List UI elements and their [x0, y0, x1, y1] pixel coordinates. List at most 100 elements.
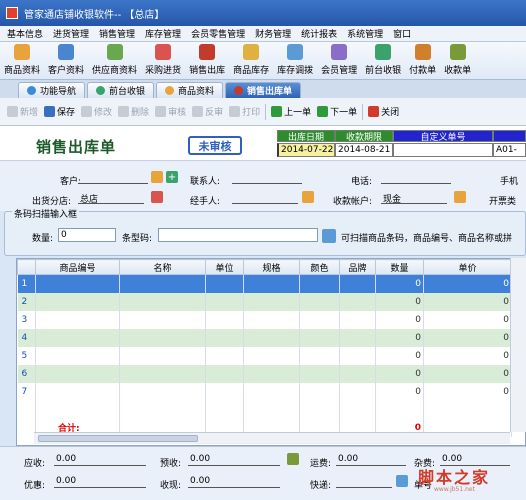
tab-sales[interactable]: 销售出库单 [225, 82, 302, 98]
grid-cell[interactable] [299, 382, 340, 401]
grid-cell[interactable] [339, 328, 376, 347]
toolbar-cashier-button[interactable]: 前台收银 [361, 44, 405, 79]
row-number[interactable]: 5 [17, 346, 36, 365]
grid-horizontal-scrollbar[interactable] [34, 432, 510, 444]
express-field[interactable] [336, 476, 392, 488]
row-number[interactable]: 7 [17, 382, 36, 401]
discount-field[interactable]: 0.00 [54, 476, 146, 488]
grid-cell[interactable] [119, 382, 206, 401]
grid-cell[interactable] [119, 346, 206, 365]
toolbar-goods-button[interactable]: 商品资料 [0, 44, 44, 79]
table-row[interactable]: 3 00 [17, 310, 512, 329]
grid-cell[interactable] [205, 328, 244, 347]
grid-cell[interactable] [375, 400, 424, 419]
table-row[interactable]: 4 00 [17, 328, 512, 347]
menu-purchase[interactable]: 进货管理 [48, 27, 94, 40]
toolbar-customer-button[interactable]: 客户资料 [44, 44, 88, 79]
column-header[interactable]: 规格 [243, 259, 300, 275]
handler-field[interactable] [232, 192, 298, 204]
outbound-date-field[interactable]: 2014-07-22 [277, 143, 335, 157]
row-number[interactable]: 6 [17, 364, 36, 383]
grid-cell[interactable] [205, 364, 244, 383]
table-row[interactable] [17, 400, 512, 419]
delete-button[interactable]: 删除 [115, 105, 152, 118]
toolbar-supplier-button[interactable]: 供应商资料 [88, 44, 141, 79]
quantity-cell[interactable]: 0 [375, 364, 424, 383]
receivable-field[interactable]: 0.00 [54, 454, 146, 466]
grid-cell[interactable] [205, 382, 244, 401]
close-button[interactable]: 关闭 [365, 105, 402, 118]
grid-cell[interactable] [119, 274, 206, 293]
edit-button[interactable]: 修改 [78, 105, 115, 118]
grid-cell[interactable] [243, 292, 300, 311]
column-header[interactable]: 颜色 [299, 259, 340, 275]
grid-cell[interactable] [35, 274, 120, 293]
grid-cell[interactable] [243, 364, 300, 383]
custom-no-field[interactable] [393, 143, 493, 157]
grid-cell[interactable] [299, 328, 340, 347]
row-number[interactable]: 3 [17, 310, 36, 329]
menu-member-retail[interactable]: 会员零售管理 [186, 27, 250, 40]
menu-window[interactable]: 窗口 [388, 27, 416, 40]
grid-cell[interactable] [243, 310, 300, 329]
grid-cell[interactable] [339, 310, 376, 329]
payment-due-field[interactable]: 2014-08-21 [335, 143, 393, 157]
grid-cell[interactable] [299, 364, 340, 383]
express-lookup-icon[interactable] [396, 475, 408, 487]
column-header[interactable]: 商品编号 [35, 259, 120, 275]
tab-cashier[interactable]: 前台收银 [87, 82, 155, 98]
price-cell[interactable]: 0 [423, 364, 512, 383]
toolbar-receipt-button[interactable]: 收款单 [440, 44, 475, 79]
toolbar-member-button[interactable]: 会员管理 [317, 44, 361, 79]
barcode-input[interactable] [158, 228, 318, 242]
price-cell[interactable]: 0 [423, 346, 512, 365]
grid-cell[interactable] [339, 382, 376, 401]
row-number[interactable]: 2 [17, 292, 36, 311]
add-customer-icon[interactable]: + [166, 171, 178, 183]
column-header[interactable]: 品牌 [339, 259, 376, 275]
scrollbar-thumb[interactable] [38, 435, 198, 442]
grid-cell[interactable] [35, 328, 120, 347]
column-header[interactable]: 名称 [119, 259, 206, 275]
price-cell[interactable]: 0 [423, 310, 512, 329]
grid-cell[interactable] [205, 346, 244, 365]
grid-cell[interactable] [205, 274, 244, 293]
grid-cell[interactable] [119, 364, 206, 383]
barcode-search-icon[interactable] [322, 229, 336, 243]
save-button[interactable]: 保存 [41, 105, 78, 118]
grid-cell[interactable] [119, 328, 206, 347]
grid-cell[interactable] [243, 346, 300, 365]
grid-cell[interactable] [205, 310, 244, 329]
price-cell[interactable]: 0 [423, 292, 512, 311]
branch-field[interactable]: 总店 [78, 192, 144, 205]
quantity-cell[interactable]: 0 [375, 274, 424, 293]
next-button[interactable]: 下一单 [314, 105, 360, 118]
menu-reports[interactable]: 统计报表 [296, 27, 342, 40]
grid-cell[interactable] [119, 292, 206, 311]
grid-cell[interactable] [205, 400, 244, 419]
table-row[interactable]: 6 00 [17, 364, 512, 383]
branch-select-icon[interactable] [151, 191, 163, 203]
row-number[interactable]: 1 [17, 274, 36, 293]
handler-lookup-icon[interactable] [302, 191, 314, 203]
customer-lookup-icon[interactable] [151, 171, 163, 183]
grid-cell[interactable] [299, 292, 340, 311]
quantity-cell[interactable]: 0 [375, 382, 424, 401]
grid-cell[interactable] [339, 346, 376, 365]
tab-navigation[interactable]: 功能导航 [18, 82, 86, 98]
grid-cell[interactable] [119, 310, 206, 329]
doc-no-field[interactable]: A01- [493, 143, 526, 157]
table-row[interactable]: 1 00 [17, 274, 512, 293]
quantity-cell[interactable]: 0 [375, 310, 424, 329]
grid-cell[interactable] [205, 292, 244, 311]
grid-cell[interactable] [339, 364, 376, 383]
price-cell[interactable]: 0 [423, 382, 512, 401]
quantity-cell[interactable]: 0 [375, 292, 424, 311]
grid-cell[interactable] [35, 310, 120, 329]
grid-cell[interactable] [299, 310, 340, 329]
quantity-cell[interactable]: 0 [375, 346, 424, 365]
menu-finance[interactable]: 财务管理 [250, 27, 296, 40]
menu-system[interactable]: 系统管理 [342, 27, 388, 40]
menu-basic-info[interactable]: 基本信息 [2, 27, 48, 40]
column-header[interactable]: 单位 [205, 259, 244, 275]
